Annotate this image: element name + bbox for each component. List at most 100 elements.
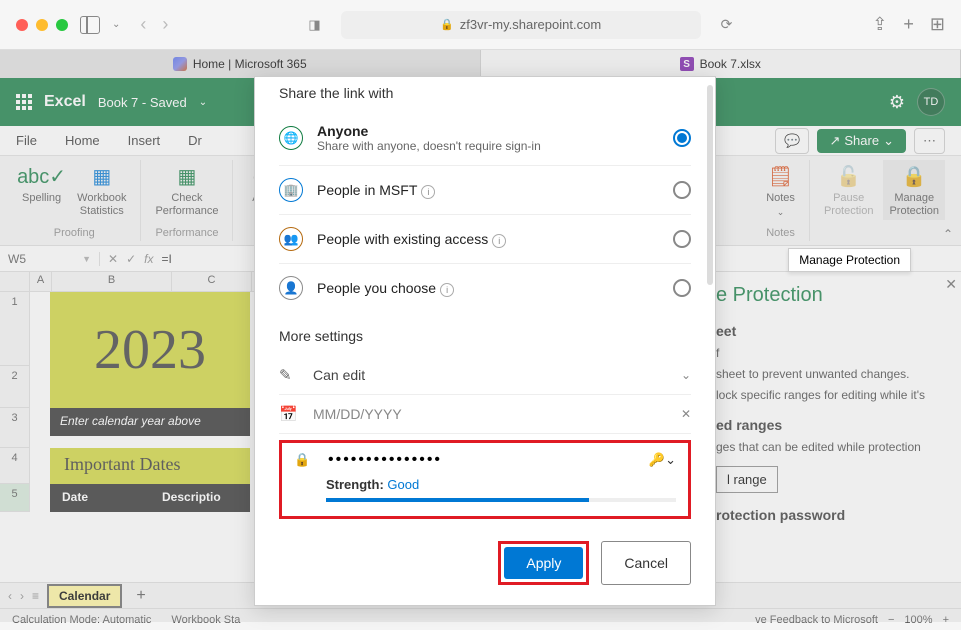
add-sheet-button[interactable]: + bbox=[130, 587, 151, 605]
spelling-button[interactable]: abc✓Spelling bbox=[16, 160, 67, 207]
globe-icon: 🌐 bbox=[279, 126, 303, 150]
group-notes-label: Notes bbox=[766, 225, 795, 241]
tab-m365[interactable]: Home | Microsoft 365 bbox=[0, 50, 481, 78]
info-icon[interactable]: i bbox=[440, 283, 454, 297]
cancel-formula-icon[interactable]: ✕ bbox=[108, 252, 118, 266]
radio-specific[interactable] bbox=[673, 279, 691, 297]
year-cell[interactable]: 2023 bbox=[50, 292, 250, 408]
ribbon-tab-home[interactable]: Home bbox=[65, 133, 100, 148]
maximize-window-button[interactable] bbox=[56, 19, 68, 31]
document-name[interactable]: Book 7 - Saved bbox=[98, 95, 187, 110]
pause-icon: 🔓 bbox=[835, 162, 863, 190]
minimize-window-button[interactable] bbox=[36, 19, 48, 31]
expiry-date-field[interactable]: 📅 MM/DD/YYYY ✕ bbox=[279, 395, 691, 434]
ribbon-tab-file[interactable]: File bbox=[16, 133, 37, 148]
apply-button[interactable]: Apply bbox=[504, 547, 583, 579]
ribbon-collapse-icon[interactable]: ⌃ bbox=[943, 227, 953, 241]
radio-org[interactable] bbox=[673, 181, 691, 199]
more-button[interactable]: ⋯ bbox=[914, 128, 945, 154]
person-add-icon: 👤 bbox=[279, 276, 303, 300]
cancel-button[interactable]: Cancel bbox=[601, 541, 691, 585]
name-box[interactable]: W5▼ bbox=[0, 252, 100, 266]
share-arrow-icon: ↗ bbox=[829, 133, 840, 149]
back-button[interactable]: ‹ bbox=[140, 14, 146, 35]
row-header[interactable]: 5 bbox=[0, 484, 30, 512]
people-icon: 👥 bbox=[279, 227, 303, 251]
password-input[interactable] bbox=[328, 451, 635, 469]
sidebar-toggle-icon[interactable] bbox=[80, 16, 100, 34]
user-avatar[interactable]: TD bbox=[917, 88, 945, 116]
share-option-existing[interactable]: 👥 People with existing accessi bbox=[279, 215, 691, 264]
lock-icon: 🔒 bbox=[440, 18, 454, 31]
permission-selector[interactable]: ✎ Can edit ⌄ bbox=[279, 356, 691, 395]
info-icon[interactable]: i bbox=[492, 234, 506, 248]
radio-anyone[interactable] bbox=[673, 129, 691, 147]
workbook-icon: ▦ bbox=[88, 162, 116, 190]
lock-icon: 🔒 bbox=[294, 452, 314, 468]
zoom-level: 100% bbox=[904, 614, 932, 626]
doc-menu-chevron-icon[interactable]: ⌄ bbox=[199, 97, 207, 108]
unlock-range-button[interactable]: l range bbox=[716, 466, 778, 493]
sheet-nav-next[interactable]: › bbox=[20, 589, 24, 603]
feedback-link[interactable]: ve Feedback to Microsoft bbox=[755, 614, 878, 626]
enter-year-label: Enter calendar year above bbox=[50, 408, 250, 436]
col-header[interactable]: C bbox=[172, 272, 252, 291]
date-header-row: Date Descriptio bbox=[50, 484, 250, 512]
zoom-in-button[interactable]: + bbox=[943, 614, 949, 626]
formula-input[interactable]: =I bbox=[161, 252, 171, 266]
building-icon: 🏢 bbox=[279, 178, 303, 202]
strength-value: Good bbox=[387, 477, 419, 492]
select-all-corner[interactable] bbox=[0, 272, 30, 291]
share-option-org[interactable]: 🏢 People in MSFTi bbox=[279, 166, 691, 215]
sheet-nav-prev[interactable]: ‹ bbox=[8, 589, 12, 603]
protection-panel: ✕ e Protection eet f sheet to prevent un… bbox=[715, 272, 961, 582]
share-button[interactable]: ↗Share⌄ bbox=[817, 129, 906, 153]
chevron-down-icon: ⌄ bbox=[777, 207, 785, 218]
refresh-button[interactable]: ⟳ bbox=[721, 16, 733, 33]
password-visibility-toggle[interactable]: 🔑⌄ bbox=[649, 452, 676, 468]
manage-protection-button[interactable]: 🔒Manage Protection bbox=[883, 160, 945, 220]
notes-button[interactable]: 🗒Notes⌄ bbox=[760, 160, 801, 220]
fx-icon[interactable]: fx bbox=[144, 252, 153, 266]
share-option-anyone[interactable]: 🌐 Anyone Share with anyone, doesn't requ… bbox=[279, 111, 691, 166]
settings-gear-icon[interactable]: ⚙ bbox=[889, 92, 905, 113]
new-tab-button[interactable]: + bbox=[903, 14, 914, 35]
share-icon[interactable]: ⇪ bbox=[872, 14, 887, 35]
confirm-formula-icon[interactable]: ✓ bbox=[126, 252, 136, 266]
dialog-scrollbar[interactable] bbox=[707, 85, 713, 285]
status-bar: Calculation Mode: Automatic Workbook Sta… bbox=[0, 608, 961, 630]
ribbon-tab-draw[interactable]: Dr bbox=[188, 133, 202, 148]
row-header[interactable]: 4 bbox=[0, 448, 30, 484]
col-header[interactable]: A bbox=[30, 272, 52, 291]
check-performance-button[interactable]: ▦Check Performance bbox=[149, 160, 224, 220]
tab-book7[interactable]: S Book 7.xlsx bbox=[481, 50, 961, 78]
col-header[interactable]: B bbox=[52, 272, 172, 291]
app-launcher-icon[interactable] bbox=[16, 94, 32, 110]
forward-button[interactable]: › bbox=[162, 14, 168, 35]
close-window-button[interactable] bbox=[16, 19, 28, 31]
share-option-specific[interactable]: 👤 People you choosei bbox=[279, 264, 691, 312]
group-proofing-label: Proofing bbox=[54, 225, 95, 241]
ribbon-tab-insert[interactable]: Insert bbox=[128, 133, 161, 148]
row-header[interactable]: 1 bbox=[0, 292, 30, 366]
address-bar[interactable]: 🔒 zf3vr-my.sharepoint.com bbox=[341, 11, 701, 39]
clear-date-icon[interactable]: ✕ bbox=[681, 407, 691, 421]
strength-label: Strength: bbox=[326, 477, 384, 492]
chevron-down-icon: ⌄ bbox=[681, 368, 691, 382]
privacy-shield-icon[interactable]: ◨ bbox=[308, 17, 320, 33]
all-sheets-button[interactable]: ≡ bbox=[32, 589, 39, 603]
zoom-out-button[interactable]: − bbox=[888, 614, 894, 626]
info-icon[interactable]: i bbox=[421, 185, 435, 199]
more-settings-title: More settings bbox=[279, 328, 691, 344]
block-download-row: ⊘ Block download Off bbox=[279, 519, 691, 529]
workbook-stats-button[interactable]: ▦Workbook Statistics bbox=[71, 160, 132, 220]
close-panel-button[interactable]: ✕ bbox=[945, 276, 957, 293]
radio-existing[interactable] bbox=[673, 230, 691, 248]
sheet-tab-calendar[interactable]: Calendar bbox=[47, 584, 122, 608]
comments-button[interactable]: 💬 bbox=[775, 128, 809, 154]
pause-protection-button[interactable]: 🔓Pause Protection bbox=[818, 160, 880, 220]
row-header[interactable]: 2 bbox=[0, 366, 30, 408]
tabs-overview-icon[interactable]: ⊞ bbox=[930, 14, 945, 35]
chevron-down-icon[interactable]: ⌄ bbox=[112, 19, 120, 30]
row-header[interactable]: 3 bbox=[0, 408, 30, 448]
